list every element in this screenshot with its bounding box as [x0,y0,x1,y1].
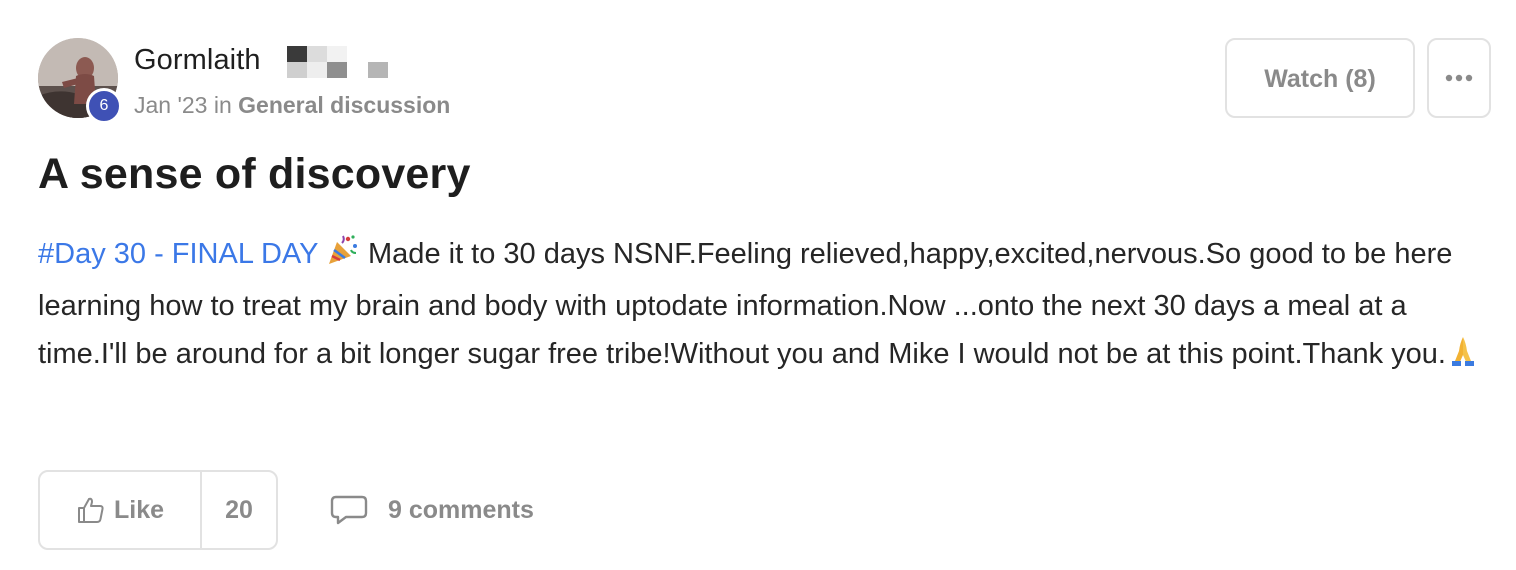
watch-button[interactable]: Watch (8) [1225,38,1415,118]
like-button[interactable]: Like [40,472,202,548]
post-body: #Day 30 - FINAL DAY Made it to 30 days N… [38,230,1493,382]
meta-in-word: in [213,92,232,118]
author-avatar-container[interactable]: 6 [38,38,122,124]
post-date[interactable]: Jan '23 [134,92,207,118]
author-name[interactable]: Gormlaith [134,44,261,77]
category-link[interactable]: General discussion [238,92,450,118]
post-title: A sense of discovery [38,150,471,198]
comments-button[interactable]: 9 comments [330,490,534,530]
redacted-name-pixels [287,46,397,86]
party-popper-icon [326,233,360,282]
comments-label: 9 comments [388,495,534,524]
hashtag-link[interactable]: #Day 30 - FINAL DAY [38,238,318,270]
like-group: Like 20 [38,470,278,550]
level-badge: 6 [86,88,122,124]
thumbs-up-icon [77,497,104,523]
like-count[interactable]: 20 [202,472,276,548]
comment-bubble-icon [330,495,368,525]
post-meta: Jan '23 in General discussion [134,92,450,119]
more-options-button[interactable] [1427,38,1491,118]
ellipsis-icon [1445,74,1473,82]
like-label: Like [113,495,165,524]
folded-hands-icon [1446,333,1480,382]
